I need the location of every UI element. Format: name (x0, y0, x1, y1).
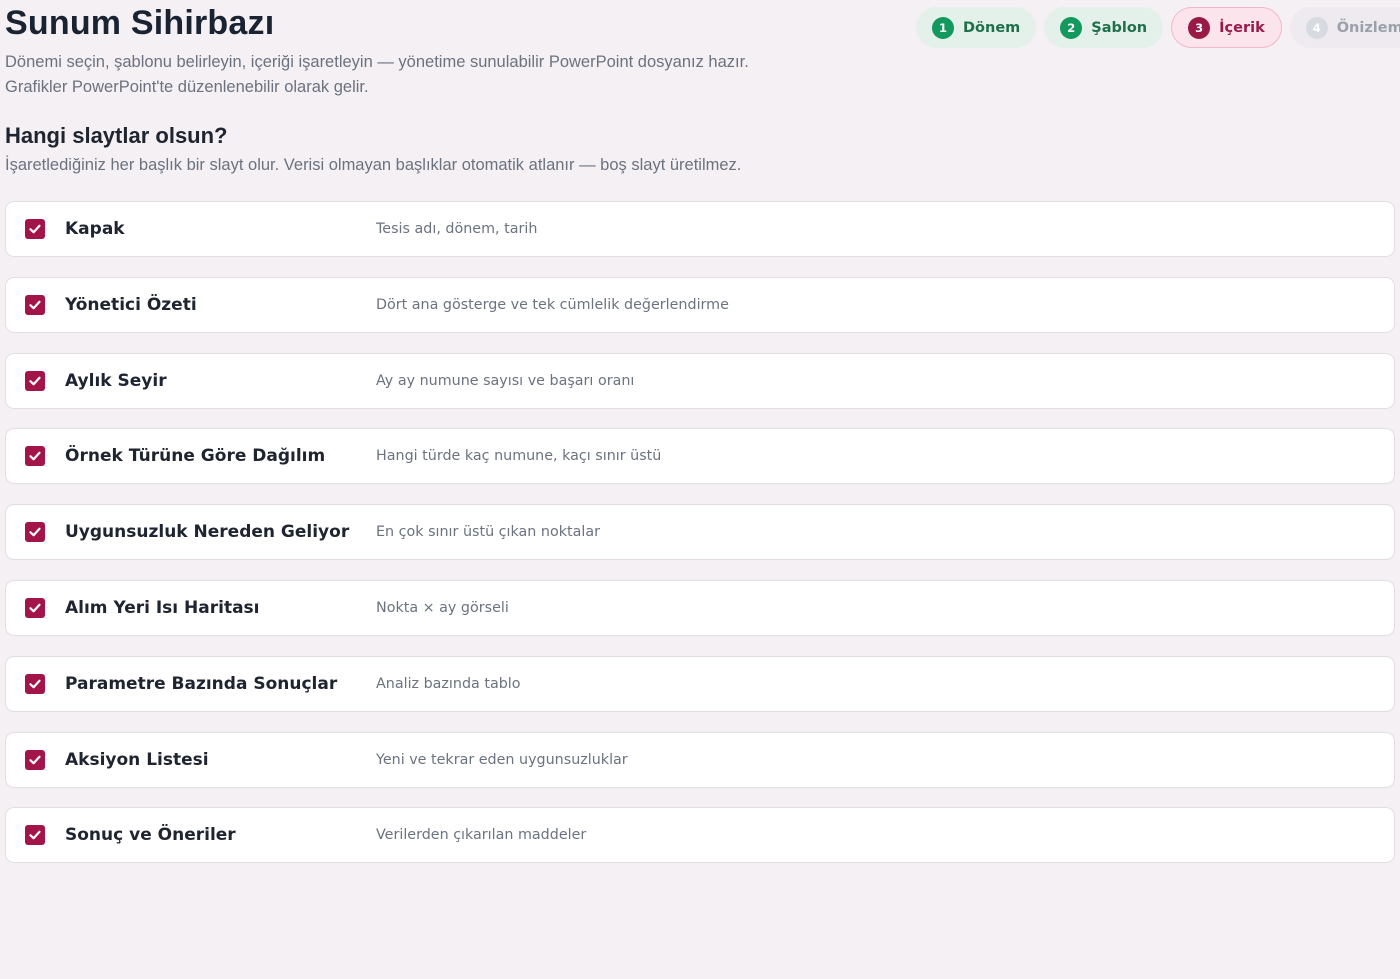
slide-option-aylik-seyir[interactable]: Aylık Seyir Ay ay numune sayısı ve başar… (5, 352, 1395, 409)
step-number-badge: 3 (1188, 16, 1211, 39)
page-subtitle: Dönemi seçin, şablonu belirleyin, içeriğ… (5, 50, 825, 100)
step-sablon[interactable]: 2 Şablon (1044, 7, 1164, 48)
slide-option-title: Sonuç ve Öneriler (65, 825, 236, 846)
slide-option-title: Aksiyon Listesi (65, 749, 209, 770)
checkbox[interactable] (25, 370, 45, 391)
slide-option-uygunsuzluk[interactable]: Uygunsuzluk Nereden Geliyor En çok sınır… (5, 504, 1395, 561)
page: Sunum Sihirbazı Dönemi seçin, şablonu be… (0, 0, 1400, 979)
check-icon (29, 376, 41, 385)
checkbox[interactable] (25, 825, 45, 846)
section-subtitle: İşaretlediğiniz her başlık bir slayt olu… (5, 156, 742, 174)
slide-option-kapak[interactable]: Kapak Tesis adı, dönem, tarih (5, 201, 1395, 257)
checkbox[interactable] (25, 749, 45, 770)
check-icon (29, 300, 41, 310)
slide-option-description: Ay ay numune sayısı ve başarı oranı (376, 372, 635, 389)
section-title: Hangi slaytlar olsun? (5, 123, 228, 148)
checkbox[interactable] (25, 219, 45, 239)
step-label: Dönem (963, 19, 1021, 36)
slide-option-description: Verilerden çıkarılan maddeler (376, 827, 587, 844)
checkbox[interactable] (25, 597, 45, 618)
slide-option-ornek-turu[interactable]: Örnek Türüne Göre Dağılım Hangi türde ka… (5, 428, 1395, 485)
checkbox[interactable] (25, 294, 45, 315)
check-icon (29, 755, 41, 764)
page-subtitle-line1: Dönemi seçin, şablonu belirleyin, içeriğ… (5, 53, 749, 71)
slide-option-sonuc[interactable]: Sonuç ve Öneriler Verilerden çıkarılan m… (5, 807, 1395, 864)
step-number-badge: 2 (1060, 16, 1083, 39)
check-icon (29, 527, 41, 537)
check-icon (29, 831, 41, 840)
check-icon (29, 679, 41, 689)
step-onizleme[interactable]: 4 Önizleme (1289, 7, 1400, 48)
slide-option-description: Analiz bazında tablo (376, 675, 521, 692)
step-label: Şablon (1091, 19, 1148, 36)
slide-option-description: Yeni ve tekrar eden uygunsuzluklar (376, 751, 628, 768)
check-icon (29, 452, 41, 461)
slide-option-title: Yönetici Özeti (65, 294, 197, 315)
slide-list: Kapak Tesis adı, dönem, tarih Yönetici Ö… (5, 201, 1395, 883)
slide-option-title: Alım Yeri Isı Haritası (65, 597, 260, 618)
checkbox[interactable] (25, 446, 45, 467)
slide-option-description: Tesis adı, dönem, tarih (376, 221, 538, 237)
slide-option-title: Parametre Bazında Sonuçlar (65, 673, 338, 694)
slide-option-title: Örnek Türüne Göre Dağılım (65, 446, 326, 467)
slide-option-description: Hangi türde kaç numune, kaçı sınır üstü (376, 448, 662, 465)
slide-option-title: Kapak (65, 219, 125, 239)
checkbox[interactable] (25, 522, 45, 543)
slide-option-isi-haritasi[interactable]: Alım Yeri Isı Haritası Nokta × ay görsel… (5, 579, 1395, 636)
step-label: İçerik (1219, 19, 1265, 36)
step-icerik[interactable]: 3 İçerik (1171, 7, 1282, 48)
slide-option-title: Aylık Seyir (65, 370, 167, 391)
slide-option-description: Dört ana gösterge ve tek cümlelik değerl… (376, 296, 729, 313)
page-subtitle-line2: Grafikler PowerPoint'te düzenlenebilir o… (5, 78, 369, 96)
slide-option-yonetici-ozeti[interactable]: Yönetici Özeti Dört ana gösterge ve tek … (5, 276, 1395, 333)
slide-option-aksiyon[interactable]: Aksiyon Listesi Yeni ve tekrar eden uygu… (5, 731, 1395, 788)
slide-option-description: En çok sınır üstü çıkan noktalar (376, 524, 600, 541)
check-icon (29, 603, 41, 613)
slide-option-description: Nokta × ay görseli (376, 599, 509, 616)
step-number-badge: 4 (1305, 16, 1328, 39)
step-donem[interactable]: 1 Dönem (916, 7, 1037, 48)
slide-option-title: Uygunsuzluk Nereden Geliyor (65, 522, 350, 543)
page-title: Sunum Sihirbazı (5, 4, 275, 42)
check-icon (29, 224, 41, 234)
step-number-badge: 1 (932, 16, 954, 39)
slide-option-parametre[interactable]: Parametre Bazında Sonuçlar Analiz bazınd… (5, 655, 1395, 712)
step-label: Önizleme (1336, 19, 1400, 36)
checkbox[interactable] (25, 673, 45, 694)
wizard-stepper: 1 Dönem 2 Şablon 3 İçerik 4 Önizleme (916, 7, 1400, 48)
